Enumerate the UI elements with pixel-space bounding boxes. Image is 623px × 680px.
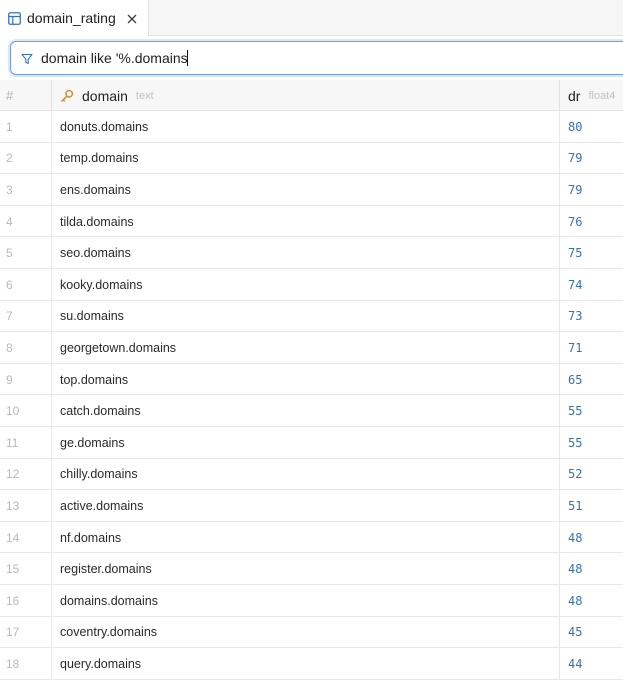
domain-cell[interactable]: coventry.domains — [52, 616, 560, 649]
row-number-cell: 18 — [0, 648, 52, 680]
domain-cell[interactable]: temp.domains — [52, 142, 560, 175]
filter-input[interactable]: domain like '%.domains — [41, 50, 188, 66]
column-header-dr[interactable]: dr float4 — [560, 80, 623, 111]
domain-cell[interactable]: active.domains — [52, 490, 560, 522]
domain-cell[interactable]: kooky.domains — [52, 269, 560, 301]
key-icon — [60, 89, 74, 103]
row-number-header: # — [0, 80, 52, 111]
dr-cell[interactable]: 76 — [560, 206, 623, 238]
close-icon[interactable] — [126, 12, 138, 24]
dr-cell[interactable]: 74 — [560, 269, 623, 301]
table-row[interactable]: 18 query.domains 44 — [0, 648, 623, 680]
row-number-cell: 12 — [0, 458, 52, 491]
row-number-header-label: # — [6, 88, 14, 103]
row-number-cell: 14 — [0, 521, 52, 554]
row-number-cell: 2 — [0, 142, 52, 175]
table-icon — [8, 11, 21, 25]
row-number-cell: 10 — [0, 395, 52, 427]
dr-cell[interactable]: 48 — [560, 522, 623, 554]
table-row[interactable]: 17 coventry.domains 45 — [0, 616, 623, 649]
table-row[interactable]: 13 active.domains 51 — [0, 490, 623, 522]
domain-cell[interactable]: chilly.domains — [52, 458, 560, 491]
table-row[interactable]: 9 top.domains 65 — [0, 363, 623, 396]
table-row[interactable]: 12 chilly.domains 52 — [0, 458, 623, 491]
text-caret — [186, 50, 188, 66]
table-row[interactable]: 5 seo.domains 75 — [0, 237, 623, 269]
domain-cell[interactable]: su.domains — [52, 300, 560, 333]
dr-cell[interactable]: 55 — [560, 427, 623, 459]
row-number-cell: 9 — [0, 363, 52, 396]
filter-icon — [21, 52, 33, 65]
row-number-cell: 1 — [0, 111, 52, 143]
column-name-dr: dr — [568, 87, 581, 104]
row-number-cell: 15 — [0, 553, 52, 585]
table-row[interactable]: 11 ge.domains 55 — [0, 427, 623, 459]
dr-cell[interactable]: 48 — [560, 585, 623, 617]
column-header-domain[interactable]: domain text — [52, 80, 560, 111]
row-number-cell: 16 — [0, 585, 52, 617]
domain-cell[interactable]: ge.domains — [52, 427, 560, 459]
dr-cell[interactable]: 65 — [560, 364, 623, 396]
domain-cell[interactable]: seo.domains — [52, 237, 560, 269]
dr-cell[interactable]: 55 — [560, 395, 623, 427]
domain-cell[interactable]: donuts.domains — [52, 111, 560, 143]
table-row[interactable]: 4 tilda.domains 76 — [0, 205, 623, 238]
domain-cell[interactable]: catch.domains — [52, 395, 560, 427]
domain-cell[interactable]: query.domains — [52, 648, 560, 680]
row-number-cell: 8 — [0, 332, 52, 364]
dr-cell[interactable]: 80 — [560, 111, 623, 143]
column-type-domain: text — [135, 89, 154, 102]
row-number-cell: 4 — [0, 205, 52, 238]
table-row[interactable]: 10 catch.domains 55 — [0, 395, 623, 427]
row-number-cell: 17 — [0, 616, 52, 649]
row-number-cell: 11 — [0, 427, 52, 459]
dr-cell[interactable]: 45 — [560, 617, 623, 649]
grid-header: # domain text dr float4 — [0, 80, 623, 111]
domain-cell[interactable]: register.domains — [52, 553, 560, 585]
column-name-domain: domain — [82, 87, 128, 104]
filter-bar: domain like '%.domains — [10, 41, 623, 75]
table-row[interactable]: 1 donuts.domains 80 — [0, 111, 623, 143]
column-type-dr: float4 — [588, 89, 616, 102]
dr-cell[interactable]: 79 — [560, 174, 623, 206]
dr-cell[interactable]: 52 — [560, 459, 623, 491]
table-row[interactable]: 14 nf.domains 48 — [0, 521, 623, 554]
table-row[interactable]: 2 temp.domains 79 — [0, 142, 623, 175]
table-row[interactable]: 16 domains.domains 48 — [0, 585, 623, 617]
domain-cell[interactable]: domains.domains — [52, 585, 560, 617]
dr-cell[interactable]: 51 — [560, 490, 623, 522]
domain-cell[interactable]: ens.domains — [52, 174, 560, 206]
domain-cell[interactable]: tilda.domains — [52, 205, 560, 238]
table-row[interactable]: 6 kooky.domains 74 — [0, 269, 623, 301]
dr-cell[interactable]: 73 — [560, 301, 623, 333]
domain-cell[interactable]: top.domains — [52, 363, 560, 396]
tab-title: domain_rating — [27, 10, 116, 26]
row-number-cell: 7 — [0, 300, 52, 333]
domain-cell[interactable]: georgetown.domains — [52, 332, 560, 364]
tab-domain-rating[interactable]: domain_rating — [0, 0, 149, 36]
row-number-cell: 5 — [0, 237, 52, 269]
table-row[interactable]: 8 georgetown.domains 71 — [0, 332, 623, 364]
dr-cell[interactable]: 79 — [560, 143, 623, 175]
row-number-cell: 13 — [0, 490, 52, 522]
dr-cell[interactable]: 75 — [560, 237, 623, 269]
dr-cell[interactable]: 44 — [560, 648, 623, 680]
dr-cell[interactable]: 71 — [560, 332, 623, 364]
domain-cell[interactable]: nf.domains — [52, 521, 560, 554]
filter-value: domain like '%.domains — [41, 50, 188, 66]
row-number-cell: 3 — [0, 174, 52, 206]
table-row[interactable]: 7 su.domains 73 — [0, 300, 623, 333]
tab-bar: domain_rating — [0, 0, 623, 36]
table-row[interactable]: 15 register.domains 48 — [0, 553, 623, 585]
table-row[interactable]: 3 ens.domains 79 — [0, 174, 623, 206]
row-number-cell: 6 — [0, 269, 52, 301]
dr-cell[interactable]: 48 — [560, 553, 623, 585]
